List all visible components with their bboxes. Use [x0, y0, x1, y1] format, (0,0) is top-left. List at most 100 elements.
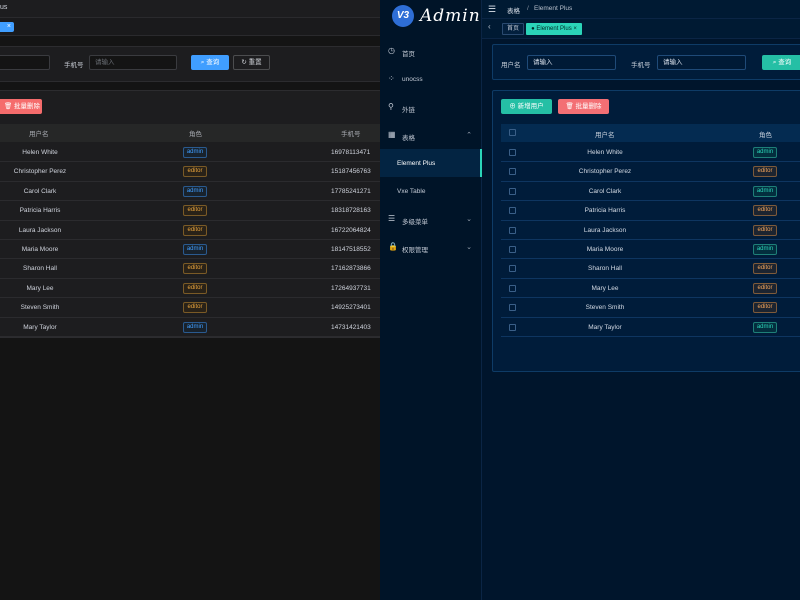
grid-icon: ▦ [388, 130, 396, 139]
role-badge: editor [753, 282, 777, 294]
hamburger-icon[interactable]: ☰ [488, 4, 496, 15]
table-row[interactable]: Christopher Perez editor 15187456763 [0, 162, 380, 182]
breadcrumb-parent[interactable]: 表格 [507, 5, 520, 15]
row-checkbox[interactable] [509, 149, 516, 156]
table-row[interactable]: Maria Moore admin 18147518552 [0, 240, 380, 260]
table-row[interactable]: Mary Lee editor [501, 279, 800, 299]
cell-username: Steven Smith [20, 304, 60, 312]
role-badge: admin [753, 321, 777, 333]
select-all-checkbox[interactable] [509, 129, 516, 136]
chevron-left-icon[interactable]: ‹ [488, 22, 491, 31]
role-badge: admin [753, 185, 777, 197]
table-row[interactable]: Carol Clark admin [501, 182, 800, 202]
table-row[interactable]: Patricia Harris editor [501, 201, 800, 221]
table-row[interactable]: Helen White admin 16978113471 [0, 143, 380, 163]
active-tag[interactable]: × [0, 22, 14, 32]
row-checkbox[interactable] [509, 304, 516, 312]
add-user-button[interactable]: ⊕ 新增用户 [501, 99, 552, 114]
trash-icon: 🗑 [565, 103, 576, 110]
role-badge: editor [753, 302, 777, 314]
plus-circle-icon: ⊕ [509, 103, 518, 110]
cell-phone: 16722064824 [331, 226, 371, 234]
cell-phone: 18147518552 [331, 246, 371, 253]
phone-label: 手机号 [631, 62, 651, 69]
sidebar-item-home[interactable]: ◷ 首页 [380, 37, 482, 65]
cell-username: Mary Lee [26, 284, 54, 292]
table-row[interactable]: Maria Moore admin [501, 240, 800, 260]
cell-username: Helen White [22, 149, 58, 156]
row-checkbox[interactable] [509, 246, 516, 253]
cell-username: Laura Jackson [18, 226, 62, 234]
column-username: 用户名 [29, 131, 49, 138]
table-row[interactable]: Sharon Hall editor 17162873866 [0, 259, 380, 279]
sidebar-item-link[interactable]: ⚲ 外链 [380, 93, 482, 121]
unocss-icon: ⁘ [388, 74, 395, 83]
top-bar: us [0, 0, 380, 18]
phone-input[interactable]: 请输入 [657, 55, 746, 70]
sidebar-item-vxe-table[interactable]: Vxe Table [380, 177, 482, 205]
close-icon[interactable]: × [572, 26, 577, 32]
batch-delete-button[interactable]: 🗑 批量删除 [558, 99, 609, 114]
table-row[interactable]: Mary Taylor admin [501, 318, 800, 337]
role-badge: editor [183, 205, 207, 217]
role-badge: admin [183, 147, 207, 158]
table-row[interactable]: Sharon Hall editor [501, 259, 800, 279]
table-row[interactable]: Mary Taylor admin 14731421403 [0, 318, 380, 337]
table-row[interactable]: Patricia Harris editor 18318728163 [0, 201, 380, 221]
table-row[interactable]: Mary Lee editor 17264937731 [0, 279, 380, 299]
row-checkbox[interactable] [509, 265, 516, 273]
row-checkbox[interactable] [509, 284, 516, 292]
table-row[interactable]: Laura Jackson editor [501, 221, 800, 240]
table-row[interactable]: Steven Smith editor 14925273401 [0, 298, 380, 318]
row-checkbox[interactable] [509, 226, 516, 234]
breadcrumb-fragment: us [0, 4, 8, 11]
row-checkbox[interactable] [509, 168, 516, 176]
cell-phone: 18318728163 [331, 207, 371, 215]
sidebar-item-table[interactable]: ▦ 表格 ⌃ [380, 121, 482, 149]
row-checkbox[interactable] [509, 207, 516, 215]
tag-element-plus[interactable]: ● Element Plus × [526, 23, 582, 35]
role-badge: editor [183, 282, 207, 294]
sidebar-item-permission[interactable]: 🔒 权限管理 ⌄ [380, 233, 482, 261]
cell-username: Mary Lee [591, 284, 619, 292]
cell-username: Sharon Hall [23, 265, 57, 273]
cell-username: Mary Taylor [23, 323, 57, 331]
sidebar-item-unocss[interactable]: ⁘ unocss [380, 65, 482, 93]
lock-icon: 🔒 [388, 242, 398, 251]
column-username: 用户名 [595, 132, 615, 139]
table-header: 用户名 角色 [501, 124, 800, 142]
table-row[interactable]: Helen White admin [501, 143, 800, 163]
cell-phone: 17785241271 [331, 187, 371, 195]
role-badge: admin [183, 185, 207, 197]
cell-username: Sharon Hall [588, 265, 622, 273]
table-row[interactable]: Christopher Perez editor [501, 162, 800, 182]
menu-icon: ☰ [388, 214, 396, 223]
chevron-down-icon: ⌄ [466, 244, 472, 251]
sidebar-item-element-plus[interactable]: Element Plus [380, 149, 482, 177]
username-input[interactable]: 请输入 [527, 55, 616, 70]
tag-home[interactable]: 首页 [502, 23, 524, 35]
batch-delete-button[interactable]: 🗑 批量删除 [0, 99, 42, 114]
cell-username: Carol Clark [588, 187, 622, 195]
username-input[interactable] [0, 55, 50, 70]
query-button[interactable]: ⌕ 查询 [762, 55, 800, 70]
close-icon[interactable]: × [7, 23, 11, 30]
reset-button[interactable]: ↻ 重置 [233, 55, 270, 70]
home-icon: ◷ [388, 46, 395, 55]
table-row[interactable]: Steven Smith editor [501, 298, 800, 318]
cell-username: Maria Moore [586, 246, 624, 253]
phone-input[interactable]: 请输入 [89, 55, 177, 70]
refresh-icon: ↻ [241, 59, 249, 66]
table-row[interactable]: Carol Clark admin 17785241271 [0, 182, 380, 202]
query-button[interactable]: ⌕ 查询 [191, 55, 229, 70]
dark-theme-pane: us × 手机号 请输入 ⌕ 查询 ↻ 重置 🗑 批量删除 用户名 角色 手机号… [0, 0, 380, 600]
cell-phone: 16978113471 [331, 149, 371, 156]
role-badge: editor [753, 166, 777, 178]
breadcrumb-separator: / [527, 5, 529, 12]
sidebar-item-multilevel-menu[interactable]: ☰ 多级菜单 ⌄ [380, 205, 482, 233]
phone-label: 手机号 [64, 62, 84, 69]
column-role: 角色 [759, 132, 772, 139]
row-checkbox[interactable] [509, 323, 516, 331]
row-checkbox[interactable] [509, 187, 516, 195]
table-row[interactable]: Laura Jackson editor 16722064824 [0, 221, 380, 240]
